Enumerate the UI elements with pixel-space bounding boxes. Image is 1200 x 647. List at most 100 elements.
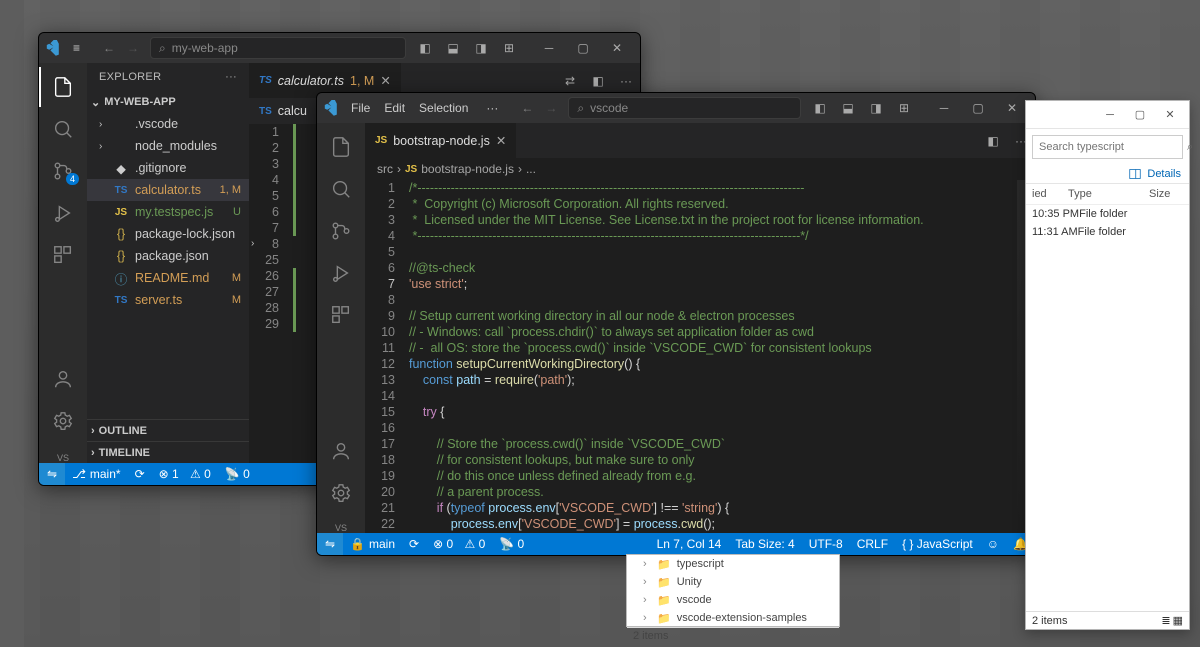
tab-more-icon[interactable]: ··· xyxy=(612,67,640,95)
status-remote[interactable]: ⇋ xyxy=(39,463,65,485)
window-close[interactable]: ✕ xyxy=(600,33,634,63)
tab-close-icon[interactable]: ✕ xyxy=(496,133,506,148)
command-center[interactable]: ⌕ my-web-app xyxy=(150,37,406,59)
status-feedback[interactable]: ☺ xyxy=(980,533,1006,555)
preview-pane-icon[interactable] xyxy=(1129,168,1141,180)
tab-close-icon[interactable]: ✕ xyxy=(380,73,390,88)
window-minimize[interactable]: ─ xyxy=(927,93,961,123)
nav-back[interactable]: ← xyxy=(98,37,120,59)
nav-tree-item[interactable]: ›📁Unity xyxy=(627,573,839,591)
menu-selection[interactable]: Selection xyxy=(413,97,474,119)
explorer-search[interactable]: ⌕ xyxy=(1032,135,1183,159)
status-branch[interactable]: ⎇main* xyxy=(65,463,128,485)
activity-scm[interactable] xyxy=(317,211,365,251)
activity-scm[interactable]: 4 xyxy=(39,151,87,191)
nav-tree-item[interactable]: ›📁vscode xyxy=(627,591,839,609)
nav-forward[interactable]: → xyxy=(540,97,562,119)
activity-settings[interactable] xyxy=(39,401,87,441)
nav-back[interactable]: ← xyxy=(516,97,538,119)
window-maximize[interactable]: ▢ xyxy=(1125,104,1155,126)
activity-search[interactable] xyxy=(39,109,87,149)
status-indent[interactable]: Tab Size: 4 xyxy=(728,533,801,555)
view-tiles-icon[interactable]: ▦ xyxy=(1173,614,1183,627)
file-tree-item[interactable]: ›node_modules xyxy=(87,135,249,157)
status-eol[interactable]: CRLF xyxy=(850,533,895,555)
activity-search[interactable] xyxy=(317,169,365,209)
activity-debug[interactable] xyxy=(317,253,365,293)
split-editor-icon[interactable]: ◧ xyxy=(584,67,612,95)
status-encoding[interactable]: UTF-8 xyxy=(802,533,850,555)
timeline-section[interactable]: ›TIMELINE xyxy=(87,441,249,463)
window-maximize[interactable]: ▢ xyxy=(961,93,995,123)
breadcrumb[interactable]: src›JSbootstrap-node.js›... xyxy=(365,158,1035,180)
nav-forward[interactable]: → xyxy=(122,37,144,59)
workspace-root[interactable]: ⌄ MY-WEB-APP xyxy=(87,91,249,113)
file-tree-item[interactable]: TSserver.tsM xyxy=(87,289,249,311)
menu-overflow[interactable]: ··· xyxy=(480,97,504,119)
layout-panel-icon[interactable]: ⬓ xyxy=(440,37,466,59)
tab-calcu-partial[interactable]: TS calcu xyxy=(249,98,318,124)
status-ports[interactable]: 📡 0 xyxy=(218,463,257,485)
tab-bootstrap-node[interactable]: JS bootstrap-node.js ✕ xyxy=(365,123,517,158)
layout-sidebar-left-icon[interactable]: ◧ xyxy=(412,37,438,59)
status-problems[interactable]: ⊗ 0 ⚠ 0 xyxy=(426,533,492,555)
activity-extensions[interactable] xyxy=(39,235,87,275)
compare-changes-icon[interactable]: ⇄ xyxy=(556,67,584,95)
explorer-row[interactable]: 11:31 AMFile folder xyxy=(1026,223,1189,241)
file-tree-item[interactable]: {}package.json xyxy=(87,245,249,267)
breadcrumb-item[interactable]: src xyxy=(377,162,393,176)
layout-customize-icon[interactable]: ⊞ xyxy=(891,97,917,119)
window-maximize[interactable]: ▢ xyxy=(566,33,600,63)
window-close[interactable]: ✕ xyxy=(1155,104,1185,126)
window-minimize[interactable]: ─ xyxy=(532,33,566,63)
fold-caret-icon[interactable]: › xyxy=(251,236,254,252)
window-close[interactable]: ✕ xyxy=(995,93,1029,123)
status-remote[interactable]: ⇋ xyxy=(317,533,343,555)
file-tree-item[interactable]: ›.vscode xyxy=(87,113,249,135)
code-content[interactable]: /*--------------------------------------… xyxy=(409,180,1017,533)
status-cursor-pos[interactable]: Ln 7, Col 14 xyxy=(650,533,729,555)
breadcrumb-item[interactable]: ... xyxy=(526,162,536,176)
activity-account[interactable] xyxy=(317,431,365,471)
activity-debug[interactable] xyxy=(39,193,87,233)
layout-sidebar-right-icon[interactable]: ◨ xyxy=(468,37,494,59)
outline-section[interactable]: ›OUTLINE xyxy=(87,419,249,441)
activity-account[interactable] xyxy=(39,359,87,399)
search-input[interactable] xyxy=(1039,141,1181,153)
menu-edit[interactable]: Edit xyxy=(378,97,411,119)
explorer-row[interactable]: 10:35 PMFile folder xyxy=(1026,205,1189,223)
hamburger-menu[interactable]: ≡ xyxy=(67,37,86,59)
layout-panel-icon[interactable]: ⬓ xyxy=(835,97,861,119)
layout-customize-icon[interactable]: ⊞ xyxy=(496,37,522,59)
breadcrumb-item[interactable]: JS xyxy=(405,164,417,175)
view-details-icon[interactable]: ≣ xyxy=(1161,614,1170,627)
status-language[interactable]: { } JavaScript xyxy=(895,533,980,555)
status-ports[interactable]: 📡 0 xyxy=(492,533,531,555)
search-icon[interactable]: ⌕ xyxy=(1187,141,1193,154)
file-tree-item[interactable]: ◆.gitignore xyxy=(87,157,249,179)
details-button[interactable]: Details xyxy=(1147,168,1181,180)
activity-settings[interactable] xyxy=(317,473,365,513)
explorer-more-icon[interactable]: ··· xyxy=(225,71,237,83)
nav-tree-item[interactable]: ›📁typescript xyxy=(627,555,839,573)
file-tree-item[interactable]: TScalculator.ts1, M xyxy=(87,179,249,201)
split-editor-icon[interactable]: ◧ xyxy=(979,127,1007,155)
file-tree-item[interactable]: ⓘREADME.mdM xyxy=(87,267,249,289)
layout-sidebar-left-icon[interactable]: ◧ xyxy=(807,97,833,119)
file-tree-item[interactable]: JSmy.testspec.jsU xyxy=(87,201,249,223)
menu-file[interactable]: File xyxy=(345,97,376,119)
window-minimize[interactable]: ─ xyxy=(1095,104,1125,126)
status-readonly[interactable]: 🔒main xyxy=(343,533,402,555)
nav-tree-item[interactable]: ›📁vscode-extension-samples xyxy=(627,609,839,627)
status-problems[interactable]: ⊗ 1 ⚠ 0 xyxy=(152,463,218,485)
file-tree-item[interactable]: {}package-lock.json xyxy=(87,223,249,245)
command-center[interactable]: ⌕ vscode xyxy=(568,97,801,119)
activity-extensions[interactable] xyxy=(317,295,365,335)
explorer-column-headers[interactable]: iedTypeSize xyxy=(1026,184,1189,205)
status-sync[interactable]: ⟳ xyxy=(128,463,152,485)
activity-explorer[interactable] xyxy=(39,67,87,107)
status-sync[interactable]: ⟳ xyxy=(402,533,426,555)
breadcrumb-item[interactable]: bootstrap-node.js xyxy=(421,162,514,176)
activity-explorer[interactable] xyxy=(317,127,365,167)
layout-sidebar-right-icon[interactable]: ◨ xyxy=(863,97,889,119)
